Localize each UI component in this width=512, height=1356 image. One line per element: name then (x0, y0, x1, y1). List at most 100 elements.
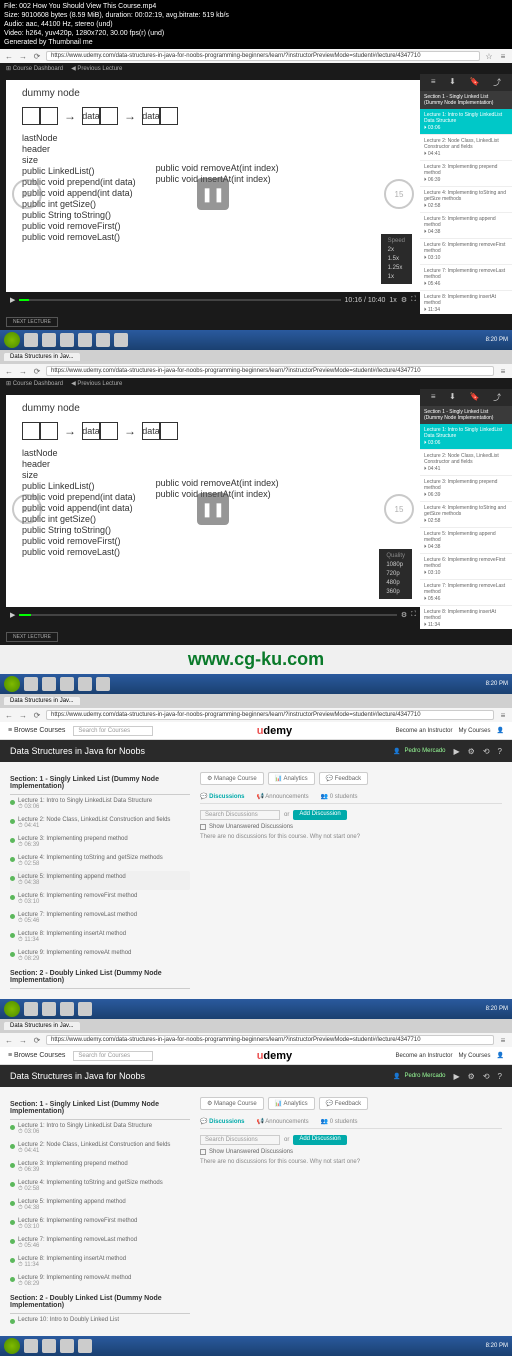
lecture-item[interactable]: Lecture 5: Implementing append method⏵ 0… (420, 213, 512, 239)
forward-icon[interactable]: → (18, 366, 28, 376)
add-discussion-button[interactable]: Add Discussion (293, 1135, 346, 1145)
lecture-item[interactable]: Lecture 3: Implementing prepend method⏵ … (420, 161, 512, 187)
lecture-row[interactable]: Lecture 1: Intro to Singly LinkedList Da… (10, 795, 190, 814)
manage-course-button[interactable]: ⚙ Manage Course (200, 1097, 264, 1110)
task-icon[interactable] (60, 1339, 74, 1353)
tab-students[interactable]: 👥 0 students (321, 793, 358, 800)
lecture-row[interactable]: Lecture 9: Implementing removeAt method⏱… (10, 1272, 190, 1291)
lecture-item[interactable]: Lecture 4: Implementing toString and get… (420, 502, 512, 528)
settings-icon[interactable]: ⚙ (468, 1072, 475, 1081)
url-input[interactable]: https://www.udemy.com/data-structures-in… (46, 366, 494, 376)
tab-discussions[interactable]: 💬 Discussions (200, 1118, 244, 1125)
lecture-row[interactable]: Lecture 7: Implementing removeLast metho… (10, 1234, 190, 1253)
forward-icon[interactable]: → (18, 710, 28, 720)
skip-forward-icon[interactable]: 15 (384, 179, 414, 209)
lecture-item[interactable]: Lecture 5: Implementing append method⏵ 0… (420, 528, 512, 554)
help-icon[interactable]: ? (498, 747, 502, 756)
next-lecture-button[interactable]: NEXT LECTURE (6, 632, 58, 642)
course-dashboard-link[interactable]: ⊞ Course Dashboard (6, 65, 63, 72)
back-icon[interactable]: ← (4, 710, 14, 720)
tab-students[interactable]: 👥 0 students (321, 1118, 358, 1125)
menu-icon[interactable]: ≡ (498, 51, 508, 61)
start-button[interactable] (4, 1001, 20, 1017)
avatar[interactable]: 👤 (497, 727, 504, 734)
share-icon[interactable]: ⤴ (493, 392, 501, 403)
reload-icon[interactable]: ⟳ (32, 51, 42, 61)
download-icon[interactable]: ⬇ (449, 392, 456, 403)
fullscreen-icon[interactable]: ⛶ (411, 611, 416, 619)
task-icon[interactable] (42, 1339, 56, 1353)
task-icon[interactable] (60, 333, 74, 347)
lecture-item[interactable]: Lecture 2: Node Class, LinkedList Constr… (420, 450, 512, 476)
unanswered-checkbox[interactable] (200, 1149, 206, 1155)
task-icon[interactable] (60, 1002, 74, 1016)
my-courses-link[interactable]: My Courses (459, 728, 491, 734)
lecture-item[interactable]: Lecture 1: Intro to Singly LinkedList Da… (420, 424, 512, 450)
lecture-item[interactable]: Lecture 8: Implementing insertAt method⏵… (420, 606, 512, 629)
preview-icon[interactable]: ▶ (454, 747, 460, 756)
play-icon[interactable]: ▶ (10, 296, 15, 304)
lecture-row[interactable]: Lecture 6: Implementing removeFirst meth… (10, 890, 190, 909)
task-icon[interactable] (42, 677, 56, 691)
lecture-item[interactable]: Lecture 3: Implementing prepend method⏵ … (420, 476, 512, 502)
lecture-item[interactable]: Lecture 7: Implementing removeLast metho… (420, 580, 512, 606)
start-button[interactable] (4, 332, 20, 348)
history-icon[interactable]: ⟲ (483, 1072, 490, 1081)
lecture-row[interactable]: Lecture 4: Implementing toString and get… (10, 1177, 190, 1196)
course-dashboard-link[interactable]: ⊞ Course Dashboard (6, 380, 63, 387)
udemy-logo[interactable]: udemy (257, 725, 292, 737)
star-icon[interactable]: ☆ (484, 51, 494, 61)
lecture-row[interactable]: Lecture 1: Intro to Singly LinkedList Da… (10, 1120, 190, 1139)
reload-icon[interactable]: ⟳ (32, 1035, 42, 1045)
speed-option[interactable]: 1.5x (384, 255, 409, 263)
avatar[interactable]: 👤 (497, 1052, 504, 1059)
skip-back-icon[interactable]: 15 (12, 494, 42, 524)
task-icon[interactable] (78, 1002, 92, 1016)
analytics-button[interactable]: 📊 Analytics (268, 1097, 315, 1110)
user-badge[interactable]: 👤Pedro Mercado (393, 748, 446, 755)
start-button[interactable] (4, 676, 20, 692)
task-icon[interactable] (24, 333, 38, 347)
unanswered-checkbox[interactable] (200, 824, 206, 830)
task-icon[interactable] (24, 677, 38, 691)
my-courses-link[interactable]: My Courses (459, 1053, 491, 1059)
browser-tab[interactable]: Data Structures in Jav... (4, 697, 80, 705)
task-icon[interactable] (78, 677, 92, 691)
become-instructor-link[interactable]: Become an Instructor (395, 1053, 452, 1059)
lecture-row[interactable]: Lecture 3: Implementing prepend method⏱ … (10, 833, 190, 852)
speed-option[interactable]: 1.25x (384, 264, 409, 272)
add-discussion-button[interactable]: Add Discussion (293, 810, 346, 820)
lecture-row[interactable]: Lecture 8: Implementing insertAt method⏱… (10, 928, 190, 947)
task-icon[interactable] (78, 1339, 92, 1353)
history-icon[interactable]: ⟲ (483, 747, 490, 756)
start-button[interactable] (4, 1338, 20, 1354)
settings-icon[interactable]: ⚙ (401, 611, 407, 619)
video-player[interactable]: dummy node → data → data lastNodeheaders… (6, 395, 420, 623)
search-input[interactable]: Search for Courses (73, 1051, 153, 1061)
speed-icon[interactable]: 1x (389, 297, 396, 304)
lecture-item[interactable]: Lecture 2: Node Class, LinkedList Constr… (420, 135, 512, 161)
task-icon[interactable] (42, 333, 56, 347)
forward-icon[interactable]: → (18, 51, 28, 61)
udemy-logo[interactable]: udemy (257, 1050, 292, 1062)
lecture-item[interactable]: Lecture 8: Implementing insertAt method⏵… (420, 291, 512, 314)
quality-option[interactable]: 480p (382, 579, 409, 587)
download-icon[interactable]: ⬇ (449, 77, 456, 88)
help-icon[interactable]: ? (498, 1072, 502, 1081)
quality-option[interactable]: 1080p (382, 561, 409, 569)
lecture-row[interactable]: Lecture 6: Implementing removeFirst meth… (10, 1215, 190, 1234)
task-icon[interactable] (96, 333, 110, 347)
menu-icon[interactable]: ≡ (498, 366, 508, 376)
back-icon[interactable]: ← (4, 366, 14, 376)
list-icon[interactable]: ≡ (431, 392, 436, 403)
task-icon[interactable] (60, 677, 74, 691)
lecture-row[interactable]: Lecture 4: Implementing toString and get… (10, 852, 190, 871)
browse-courses[interactable]: ≡ Browse Courses (8, 1052, 65, 1059)
prev-lecture-link[interactable]: ◀ Previous Lecture (71, 65, 122, 72)
back-icon[interactable]: ← (4, 1035, 14, 1045)
settings-icon[interactable]: ⚙ (468, 747, 475, 756)
url-input[interactable]: https://www.udemy.com/data-structures-in… (46, 1035, 494, 1045)
tab-discussions[interactable]: 💬 Discussions (200, 793, 244, 800)
speed-option[interactable]: 1x (384, 273, 409, 281)
progress-bar[interactable] (19, 299, 340, 301)
